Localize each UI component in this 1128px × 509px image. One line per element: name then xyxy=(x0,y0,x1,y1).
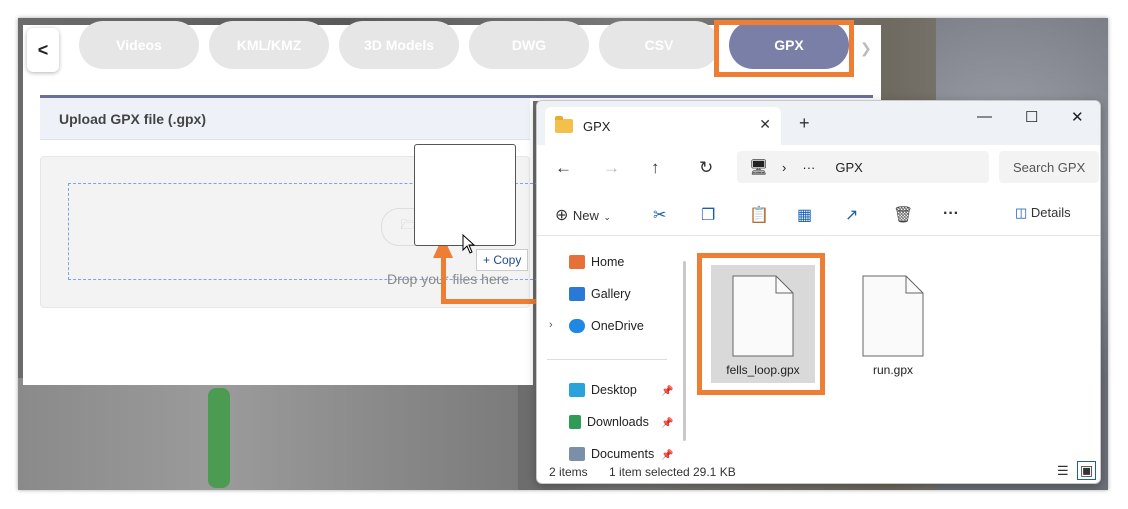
pin-icon: 📌 xyxy=(661,386,674,397)
explorer-titlebar: GPX ✕ + — ☐ ✕ xyxy=(537,101,1100,145)
minimize-icon[interactable]: — xyxy=(977,108,992,125)
gallery-icon xyxy=(569,287,585,301)
copy-icon[interactable]: ❐ xyxy=(701,205,715,225)
copy-tooltip: + Copy xyxy=(476,249,529,271)
file-explorer-window: GPX ✕ + — ☐ ✕ ← → ↑ ↻ 🖥 › ··· GPX Search… xyxy=(536,100,1101,484)
navigation-pane: Home Gallery › OneDrive Desktop 📌 Downlo… xyxy=(537,241,687,461)
drag-ghost xyxy=(414,144,516,246)
details-button[interactable]: ◫ Details xyxy=(1015,205,1071,221)
tab-csv[interactable]: CSV xyxy=(599,21,719,69)
maximize-icon[interactable]: ☐ xyxy=(1025,108,1038,126)
gpx-tab-highlight xyxy=(714,20,854,77)
up-arrow-icon[interactable]: ↑ xyxy=(651,158,660,178)
sidebar-item-desktop[interactable]: Desktop xyxy=(569,383,637,397)
sidebar-item-downloads[interactable]: Downloads xyxy=(569,415,649,429)
expand-chevron-icon[interactable]: › xyxy=(549,319,553,331)
upload-title: Upload GPX file (.gpx) xyxy=(40,98,530,140)
details-icon: ◫ xyxy=(1015,205,1028,220)
sidebar-item-documents[interactable]: Documents xyxy=(569,447,654,461)
new-button[interactable]: ⊕ New ⌄ xyxy=(555,205,611,225)
command-bar: ⊕ New ⌄ ✂ ❐ 📋 ▦ ↗ 🗑 ··· ◫ Details xyxy=(537,197,1100,236)
sidebar-scrollbar[interactable] xyxy=(683,261,686,441)
cut-icon[interactable]: ✂ xyxy=(653,205,666,225)
status-bar: 2 items 1 item selected 29.1 KB ☰ ▣ xyxy=(537,461,1100,483)
file-item-run[interactable]: run.gpx xyxy=(841,265,945,383)
explorer-navbar: ← → ↑ ↻ 🖥 › ··· GPX Search GPX xyxy=(537,145,1100,193)
sidebar-item-gallery[interactable]: Gallery xyxy=(569,287,631,301)
more-icon[interactable]: ··· xyxy=(943,205,959,223)
folder-icon xyxy=(555,116,573,133)
new-tab-icon[interactable]: + xyxy=(799,113,810,134)
downloads-icon xyxy=(569,415,581,429)
documents-icon xyxy=(569,447,585,461)
desktop-icon xyxy=(569,383,585,397)
sidebar-item-onedrive[interactable]: OneDrive xyxy=(569,319,644,333)
pin-icon: 📌 xyxy=(661,418,674,429)
refresh-icon[interactable]: ↻ xyxy=(699,158,713,178)
tab-kml-kmz[interactable]: KML/KMZ xyxy=(209,21,329,69)
explorer-tab[interactable]: GPX ✕ xyxy=(545,107,781,145)
computer-icon: 🖥 xyxy=(749,159,769,176)
screenshot-frame: < Videos KML/KMZ 3D Models DWG CSV GPX ❯… xyxy=(18,18,1108,490)
chevron-icon: › xyxy=(782,159,787,175)
rename-icon[interactable]: ▦ xyxy=(797,205,812,225)
tiles-view-icon[interactable]: ▣ xyxy=(1077,461,1097,480)
back-button[interactable]: < xyxy=(27,28,59,72)
chevron-left-icon: < xyxy=(37,39,49,60)
close-tab-icon[interactable]: ✕ xyxy=(759,116,771,133)
forward-arrow-icon[interactable]: → xyxy=(603,158,620,178)
tab-dwg[interactable]: DWG xyxy=(469,21,589,69)
delete-icon[interactable]: 🗑 xyxy=(893,205,913,225)
chevron-right-icon[interactable]: ❯ xyxy=(860,40,872,57)
home-icon xyxy=(569,255,585,269)
onedrive-icon xyxy=(569,319,585,333)
address-bar[interactable]: 🖥 › ··· GPX xyxy=(737,151,989,183)
document-icon xyxy=(862,275,924,357)
search-input[interactable]: Search GPX xyxy=(999,151,1099,183)
list-view-icon[interactable]: ☰ xyxy=(1057,463,1069,479)
drop-text: Drop your files here xyxy=(387,271,510,287)
back-arrow-icon[interactable]: ← xyxy=(555,158,572,178)
tab-videos[interactable]: Videos xyxy=(79,21,199,69)
sidebar-item-home[interactable]: Home xyxy=(569,255,624,269)
tab-3d-models[interactable]: 3D Models xyxy=(339,21,459,69)
paste-icon[interactable]: 📋 xyxy=(749,205,769,225)
cursor-icon xyxy=(462,234,476,254)
close-window-icon[interactable]: ✕ xyxy=(1071,108,1084,126)
selected-file-highlight xyxy=(697,253,825,395)
pin-icon: 📌 xyxy=(661,450,674,461)
share-icon[interactable]: ↗ xyxy=(845,205,858,225)
